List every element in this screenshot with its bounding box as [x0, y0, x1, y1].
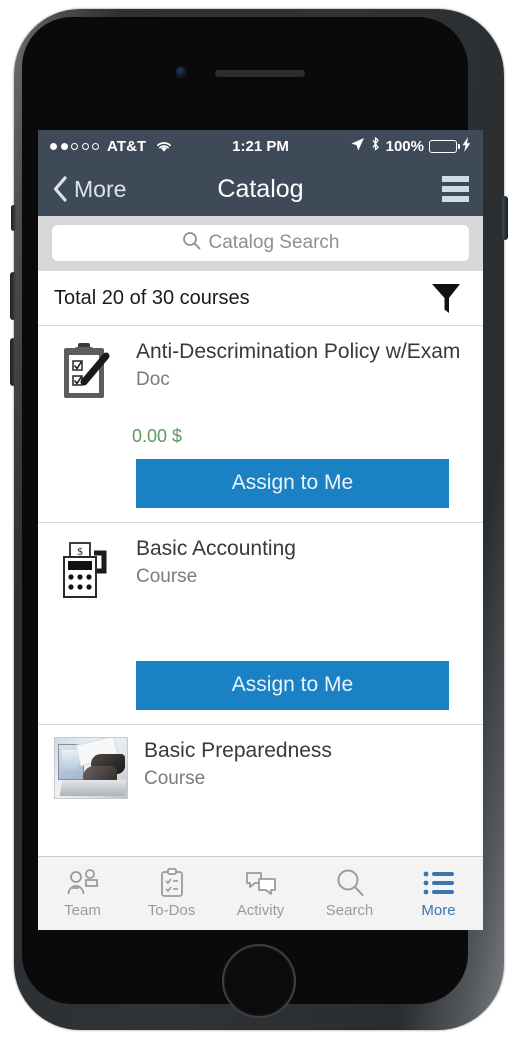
tab-label: Activity	[236, 902, 285, 919]
bottom-tab-bar: Team To-Dos Activity Search More	[38, 856, 483, 930]
tab-label: Team	[64, 902, 101, 919]
results-summary-row: Total 20 of 30 courses	[38, 271, 483, 325]
keyboard-photo-thumbnail	[54, 737, 128, 799]
front-camera-icon	[175, 66, 187, 78]
location-arrow-icon	[350, 137, 365, 156]
chevron-left-icon	[52, 175, 68, 203]
list-item[interactable]: Basic Preparedness Course	[38, 724, 483, 841]
course-meta: Anti-Descrimination Policy w/Exam Doc	[136, 338, 467, 404]
power-button[interactable]	[502, 196, 508, 240]
list-item[interactable]: $ Basic Accounting Course Assign to Me	[38, 522, 483, 724]
mute-switch[interactable]	[11, 205, 16, 231]
phone-screen: AT&T 1:21 PM 100% More Catalog Catalog S…	[38, 130, 483, 930]
course-meta: Basic Accounting Course	[136, 535, 467, 601]
tab-activity[interactable]: Activity	[216, 868, 305, 919]
course-type: Course	[136, 566, 198, 588]
battery-icon	[429, 139, 460, 153]
signal-strength-icon	[50, 142, 99, 150]
course-header: Basic Preparedness Course	[54, 737, 467, 799]
back-button[interactable]: More	[52, 175, 126, 203]
course-meta: Basic Preparedness Course	[144, 737, 467, 799]
search-placeholder: Catalog Search	[208, 232, 340, 253]
course-title: Basic Preparedness	[144, 739, 332, 762]
phone-mockup: AT&T 1:21 PM 100% More Catalog Catalog S…	[0, 0, 518, 1043]
earpiece-speaker	[215, 70, 305, 77]
charging-bolt-icon	[462, 136, 471, 156]
home-button[interactable]	[222, 944, 296, 1018]
volume-down-button[interactable]	[10, 338, 16, 386]
tab-more[interactable]: More	[394, 868, 483, 919]
battery-percent-label: 100%	[385, 137, 424, 155]
status-bar: AT&T 1:21 PM 100%	[38, 130, 483, 162]
course-title: Basic Accounting	[136, 537, 296, 560]
bluetooth-icon	[370, 136, 381, 156]
navigation-bar: More Catalog	[38, 162, 483, 216]
tab-label: More	[421, 902, 456, 919]
course-bottom-spacer	[54, 799, 467, 827]
wifi-icon	[155, 139, 173, 153]
chat-bubbles-icon	[244, 868, 278, 898]
total-count-label: Total 20 of 30 courses	[54, 286, 250, 309]
course-header: Anti-Descrimination Policy w/Exam Doc	[54, 338, 467, 404]
tab-label: To-Dos	[147, 902, 196, 919]
course-type: Course	[144, 768, 206, 790]
course-title: Anti-Descrimination Policy w/Exam	[136, 340, 461, 363]
filter-funnel-icon[interactable]	[431, 282, 461, 315]
search-bar-container: Catalog Search	[38, 216, 483, 271]
assign-to-me-button[interactable]: Assign to Me	[136, 459, 449, 508]
tab-team[interactable]: Team	[38, 868, 127, 919]
course-header: $ Basic Accounting Course	[54, 535, 467, 601]
hamburger-menu-icon[interactable]	[442, 176, 469, 202]
course-price: 0.00 $	[132, 426, 183, 446]
status-bar-left: AT&T	[50, 138, 173, 155]
list-item[interactable]: Anti-Descrimination Policy w/Exam Doc 0.…	[38, 325, 483, 522]
assign-to-me-button[interactable]: Assign to Me	[136, 661, 449, 710]
search-icon	[182, 231, 201, 255]
tab-label: Search	[325, 902, 374, 919]
course-type: Doc	[136, 369, 170, 391]
calculator-money-icon: $	[54, 535, 120, 601]
tab-todos[interactable]: To-Dos	[127, 868, 216, 919]
team-people-icon	[66, 868, 100, 898]
carrier-label: AT&T	[107, 137, 147, 155]
tab-search[interactable]: Search	[305, 868, 394, 919]
clipboard-exam-icon	[54, 338, 120, 404]
list-bullet-icon	[423, 868, 455, 898]
search-input[interactable]: Catalog Search	[52, 225, 469, 261]
back-button-label: More	[74, 175, 127, 202]
clipboard-check-icon	[159, 868, 185, 898]
course-price-spacer	[54, 601, 467, 649]
search-icon	[335, 868, 365, 898]
status-bar-right: 100%	[350, 136, 471, 156]
course-list: Anti-Descrimination Policy w/Exam Doc 0.…	[38, 325, 483, 841]
volume-up-button[interactable]	[10, 272, 16, 320]
